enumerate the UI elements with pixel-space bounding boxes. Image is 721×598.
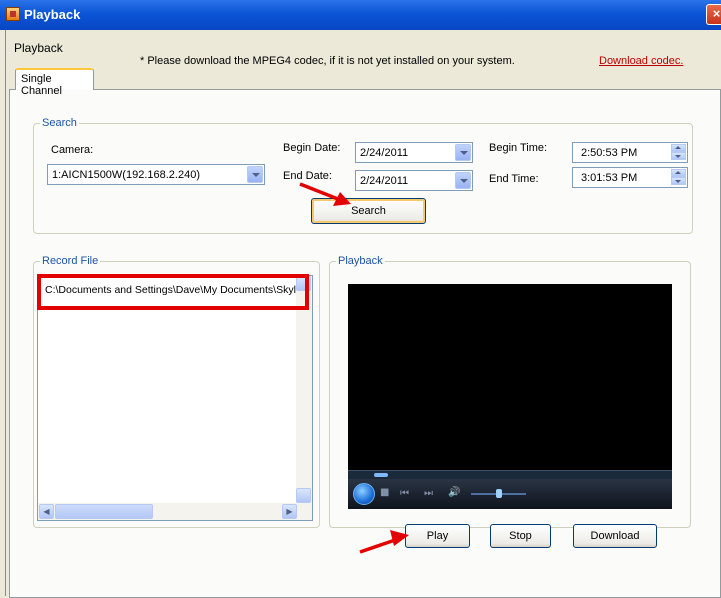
playback-window: Playback × Playback * Please download th… bbox=[0, 0, 721, 598]
annotation-arrow-play bbox=[359, 530, 409, 554]
